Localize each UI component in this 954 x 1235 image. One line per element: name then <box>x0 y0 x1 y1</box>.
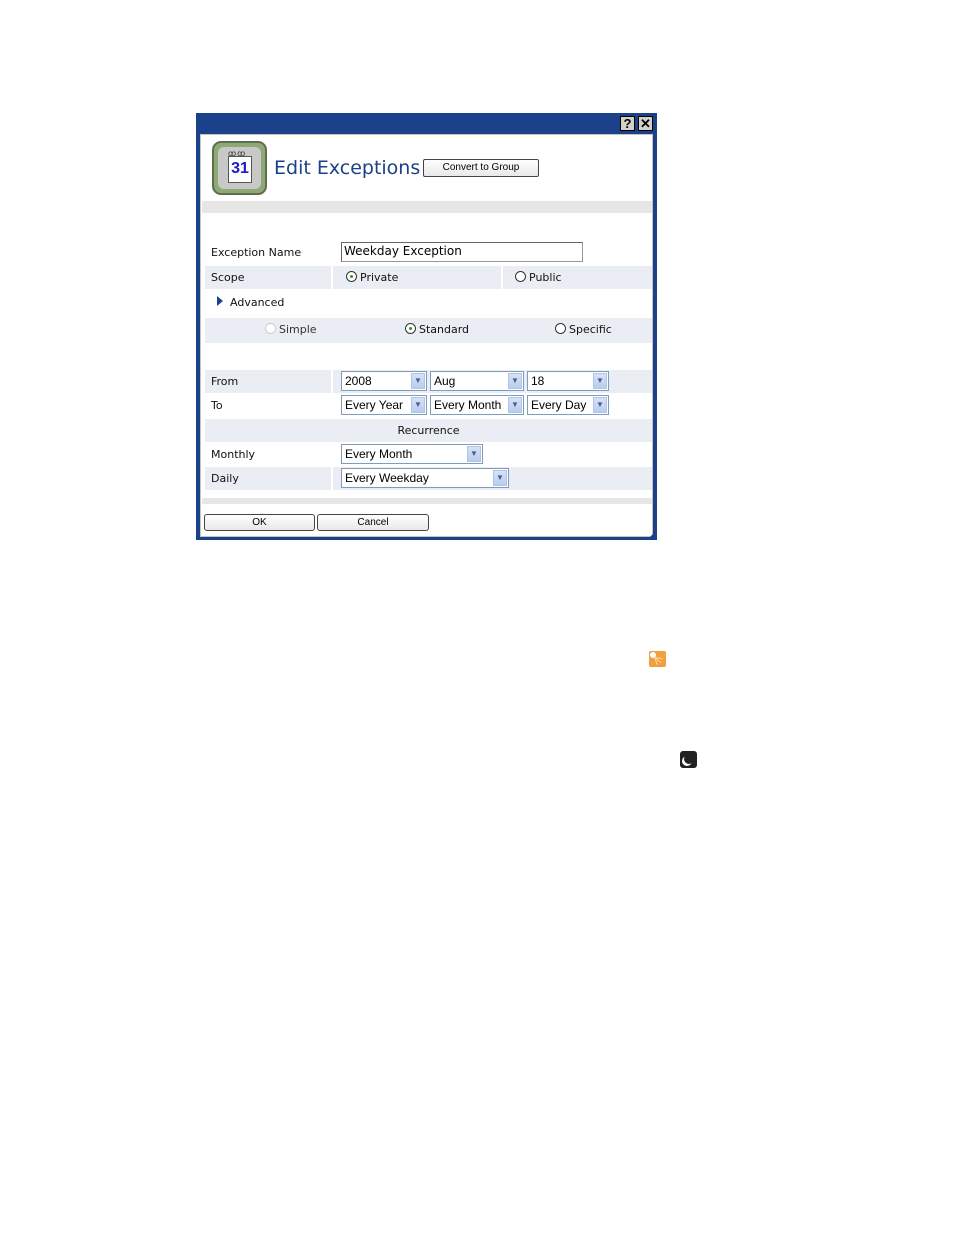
chevron-down-icon[interactable]: ▼ <box>467 446 481 462</box>
calendar-icon: ꝏꝏ 31 <box>212 141 267 195</box>
mode-simple-radio[interactable] <box>265 323 276 334</box>
monthly-select[interactable]: Every Month ▼ <box>341 444 483 464</box>
exception-name-input[interactable]: Weekday Exception <box>341 242 583 262</box>
chevron-down-icon[interactable]: ▼ <box>593 397 607 413</box>
mode-standard-label[interactable]: Standard <box>419 323 469 336</box>
resize-handle[interactable] <box>647 530 657 540</box>
exception-name-label: Exception Name <box>211 246 302 259</box>
advanced-row[interactable]: Advanced <box>205 291 652 314</box>
monthly-row: Monthly Every Month ▼ <box>205 443 652 466</box>
from-year-value: 2008 <box>345 374 372 388</box>
daily-label: Daily <box>211 472 239 485</box>
moon-crescent <box>684 754 694 764</box>
chevron-down-icon[interactable]: ▼ <box>593 373 607 389</box>
dialog-body: ꝏꝏ 31 Edit Exceptions Convert to Group E… <box>200 134 653 537</box>
cell-separator <box>501 266 503 289</box>
chevron-down-icon[interactable]: ▼ <box>493 470 507 486</box>
scope-private-radio[interactable] <box>346 271 357 282</box>
to-row: To Every Year ▼ Every Month ▼ Every Day … <box>205 394 652 417</box>
to-label: To <box>211 399 223 412</box>
scope-label: Scope <box>211 271 245 284</box>
cell-separator <box>331 266 333 289</box>
help-icon: ? <box>623 116 632 131</box>
to-day-value: Every Day <box>531 398 587 412</box>
daily-select[interactable]: Every Weekday ▼ <box>341 468 509 488</box>
monthly-value: Every Month <box>345 447 413 461</box>
mode-simple-label: Simple <box>279 323 317 336</box>
daily-row: Daily Every Weekday ▼ <box>205 467 652 490</box>
sun-icon <box>649 651 666 667</box>
cancel-button[interactable]: Cancel <box>317 514 429 531</box>
recurrence-header-row: Recurrence <box>205 419 652 442</box>
to-month-value: Every Month <box>434 398 502 412</box>
cell-separator <box>331 370 333 393</box>
scope-row: Scope Private Public <box>205 266 652 289</box>
advanced-toggle-label[interactable]: Advanced <box>230 296 284 309</box>
convert-to-group-button[interactable]: Convert to Group <box>423 159 539 177</box>
from-day-select[interactable]: 18 ▼ <box>527 371 609 391</box>
dialog-header: ꝏꝏ 31 Edit Exceptions Convert to Group <box>201 135 652 201</box>
chevron-down-icon[interactable]: ▼ <box>411 373 425 389</box>
ok-button[interactable]: OK <box>204 514 315 531</box>
scope-public-radio[interactable] <box>515 271 526 282</box>
header-divider <box>202 201 652 213</box>
mode-row: Simple Standard Specific <box>205 318 652 343</box>
mode-specific-radio[interactable] <box>555 323 566 334</box>
moon-icon <box>680 751 697 768</box>
page-title: Edit Exceptions <box>274 157 421 179</box>
dialog-titlebar[interactable]: ? ✕ <box>196 113 657 134</box>
triangle-right-icon[interactable] <box>217 296 223 306</box>
from-day-value: 18 <box>531 374 545 388</box>
scope-public-label[interactable]: Public <box>529 271 562 284</box>
exception-name-row: Exception Name Weekday Exception <box>205 241 652 264</box>
chevron-down-icon[interactable]: ▼ <box>411 397 425 413</box>
to-month-select[interactable]: Every Month ▼ <box>430 395 524 415</box>
chevron-down-icon[interactable]: ▼ <box>508 397 522 413</box>
chevron-down-icon[interactable]: ▼ <box>508 373 522 389</box>
help-button[interactable]: ? <box>620 116 635 131</box>
recurrence-header: Recurrence <box>397 424 460 437</box>
edit-exceptions-dialog: ? ✕ ꝏꝏ 31 Edit Exceptions Convert to Gro… <box>196 113 657 540</box>
from-month-select[interactable]: Aug ▼ <box>430 371 524 391</box>
to-day-select[interactable]: Every Day ▼ <box>527 395 609 415</box>
calendar-icon-inner: ꝏꝏ 31 <box>218 147 261 189</box>
cell-separator <box>331 467 333 490</box>
from-label: From <box>211 375 239 388</box>
from-month-value: Aug <box>434 374 456 388</box>
to-year-select[interactable]: Every Year ▼ <box>341 395 427 415</box>
calendar-page: 31 <box>228 156 252 183</box>
close-button[interactable]: ✕ <box>638 116 653 131</box>
mode-specific-label[interactable]: Specific <box>569 323 612 336</box>
from-year-select[interactable]: 2008 ▼ <box>341 371 427 391</box>
from-row: From 2008 ▼ Aug ▼ 18 ▼ <box>205 370 652 393</box>
daily-value: Every Weekday <box>345 471 429 485</box>
scope-private-label[interactable]: Private <box>360 271 398 284</box>
close-icon: ✕ <box>640 116 651 131</box>
calendar-day-number: 31 <box>231 160 249 177</box>
mode-standard-radio[interactable] <box>405 323 416 334</box>
monthly-label: Monthly <box>211 448 256 461</box>
to-year-value: Every Year <box>345 398 404 412</box>
footer-divider <box>202 498 652 504</box>
